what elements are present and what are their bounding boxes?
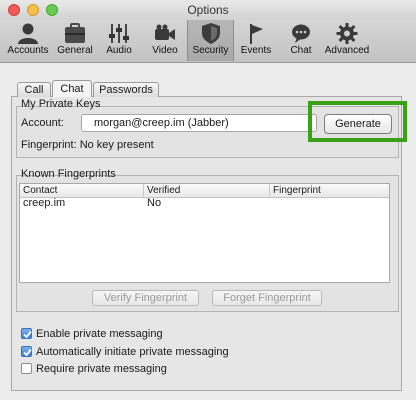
checkmark-icon — [23, 348, 32, 357]
cell-fingerprint — [270, 197, 273, 210]
toolbar-item-chat[interactable]: Chat — [285, 20, 317, 61]
toolbar-label: Audio — [106, 45, 132, 56]
title-bar: Options — [0, 0, 416, 20]
toolbar-item-security[interactable]: Security — [187, 20, 234, 61]
toolbar-label: General — [57, 45, 93, 56]
known-fingerprints-title: Known Fingerprints — [21, 168, 116, 180]
window-title: Options — [187, 3, 229, 17]
table-row[interactable]: creep.im No — [20, 197, 389, 210]
tab-chat[interactable]: Chat — [52, 80, 92, 97]
chat-icon — [292, 24, 310, 43]
verify-fingerprint-button[interactable]: Verify Fingerprint — [92, 290, 199, 306]
toolbar-item-general[interactable]: General — [56, 20, 94, 61]
toolbar-label: Video — [152, 45, 178, 56]
toolbar-label: Advanced — [324, 45, 370, 56]
private-keys-title: My Private Keys — [21, 98, 101, 110]
cell-contact: creep.im — [23, 197, 66, 209]
fingerprint-status: Fingerprint: No key present — [21, 139, 154, 151]
minimize-window-button[interactable] — [27, 4, 39, 16]
toolbar-item-advanced[interactable]: Advanced — [324, 20, 370, 61]
audio-icon — [109, 24, 129, 43]
tab-passwords[interactable]: Passwords — [93, 82, 159, 97]
checkbox-label: Automatically initiate private messaging — [36, 346, 229, 358]
forget-fingerprint-button[interactable]: Forget Fingerprint — [212, 290, 322, 306]
fingerprints-table[interactable]: Contact Verified Fingerprint creep.im No — [19, 183, 390, 283]
account-select[interactable]: morgan@creep.im (Jabber) — [81, 114, 317, 132]
generate-button[interactable]: Generate — [324, 114, 392, 134]
events-icon — [250, 24, 263, 44]
toolbar-label: Accounts — [7, 45, 49, 56]
account-label: Account: — [21, 117, 64, 129]
toolbar-label: Security — [192, 45, 229, 56]
auto-initiate-checkbox[interactable] — [21, 346, 32, 357]
toolbar-label: Events — [240, 45, 272, 56]
general-icon — [65, 23, 85, 43]
security-icon — [201, 23, 220, 44]
cell-verified: No — [147, 197, 162, 209]
column-header-fingerprint[interactable]: Fingerprint — [270, 184, 389, 197]
preferences-toolbar: Accounts General Audio Video Security Ev… — [0, 20, 416, 63]
enable-private-messaging-checkbox[interactable] — [21, 328, 32, 339]
column-header-contact[interactable]: Contact — [20, 184, 144, 197]
require-private-messaging-checkbox[interactable] — [21, 363, 32, 374]
toolbar-item-audio[interactable]: Audio — [102, 20, 136, 61]
toolbar-item-video[interactable]: Video — [146, 20, 184, 61]
close-window-button[interactable] — [8, 4, 20, 16]
column-header-verified[interactable]: Verified — [144, 184, 270, 197]
accounts-icon — [18, 23, 38, 44]
zoom-window-button[interactable] — [46, 4, 58, 16]
toolbar-label: Chat — [290, 45, 312, 56]
checkbox-label: Enable private messaging — [36, 328, 163, 340]
advanced-icon — [336, 23, 358, 44]
video-icon — [155, 24, 175, 40]
table-header: Contact Verified Fingerprint — [20, 184, 389, 198]
tab-call[interactable]: Call — [17, 82, 51, 97]
toolbar-item-events[interactable]: Events — [238, 20, 274, 61]
checkmark-icon — [23, 330, 32, 339]
toolbar-item-accounts[interactable]: Accounts — [6, 20, 50, 61]
checkbox-label: Require private messaging — [36, 363, 167, 375]
